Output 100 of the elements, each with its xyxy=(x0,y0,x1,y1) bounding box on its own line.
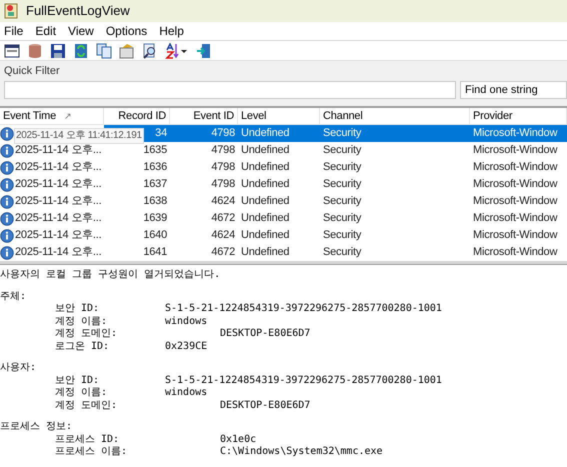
field-value: S-1-5-21-1224854319-3972296275-2857700280-1001 xyxy=(165,374,442,387)
table-cell-text: Security xyxy=(323,194,362,209)
section-heading: 사용자: xyxy=(0,362,38,374)
table-cell-text: 1635 xyxy=(143,143,167,158)
tooltip: 2025-11-14 오후 11:41:12.191 xyxy=(14,128,144,144)
app-icon xyxy=(4,3,18,19)
menu-item[interactable]: Options xyxy=(106,22,148,40)
info-icon xyxy=(0,160,14,174)
table-cell-text: Security xyxy=(323,211,362,226)
table-cell-text: 4672 xyxy=(211,245,235,260)
table-cell-text: Microsoft-Window xyxy=(473,160,558,175)
sort-icon[interactable] xyxy=(165,42,189,58)
field-label: 계정 이름: xyxy=(55,387,108,400)
sort-arrow-icon: ↗ xyxy=(64,108,72,124)
table-cell-text: Microsoft-Window xyxy=(473,245,558,260)
menu-item[interactable]: Help xyxy=(159,22,184,40)
info-icon xyxy=(0,126,14,140)
column-header[interactable]: Event Time ↗ xyxy=(0,108,104,124)
info-icon xyxy=(0,246,14,260)
field-value: C:\Windows\System32\mmc.exe xyxy=(220,446,383,458)
table-cell-text: 4798 xyxy=(211,160,235,175)
field-label: 프로세스 이름: xyxy=(55,446,128,458)
table-cell-text: Undefined xyxy=(241,126,290,141)
field-label: 보안 ID: xyxy=(55,303,100,316)
field-label: 보안 ID: xyxy=(55,374,100,387)
table-cell-text: 2025-11-14 오후... xyxy=(15,245,102,260)
event-summary: 사용자의 로컬 그룹 구성원이 열거되었습니다. xyxy=(0,269,222,282)
menu-item[interactable]: Edit xyxy=(35,22,56,40)
database-icon[interactable] xyxy=(27,42,43,58)
table-cell-text: 2025-11-14 오후... xyxy=(15,211,102,226)
column-header[interactable]: Channel xyxy=(320,108,470,124)
refresh-icon[interactable] xyxy=(73,42,89,58)
field-value: windows xyxy=(165,316,208,328)
section-heading: 주체: xyxy=(0,290,28,303)
section-heading: 프로세스 정보: xyxy=(0,421,74,434)
table-row[interactable]: 2025-11-14 오후... 1640 4624 Undefined Security Microsoft-Window xyxy=(0,227,567,244)
table-cell-text: Undefined xyxy=(241,194,290,209)
table-cell-text: 2025-11-14 오후... xyxy=(15,228,102,243)
table-cell-text: Security xyxy=(323,126,362,141)
table-cell-text: 2025-11-14 오후... xyxy=(15,177,102,192)
field-value: DESKTOP-E80E6D7 xyxy=(220,328,310,340)
table-cell-text: 1637 xyxy=(143,177,167,192)
field-value: S-1-5-21-1224854319-3972296275-2857700280-1001 xyxy=(165,303,442,316)
search-icon[interactable] xyxy=(142,42,158,58)
properties-icon[interactable] xyxy=(119,42,135,58)
table-cell-text: Microsoft-Window xyxy=(473,177,558,192)
table-cell-text: Security xyxy=(323,160,362,175)
table-cell-text: 2025-11-14 오후... xyxy=(15,143,102,158)
filter-mode-dropdown[interactable]: Find one string xyxy=(460,81,567,99)
table-cell-text: Undefined xyxy=(241,160,290,175)
table-cell-text: 1636 xyxy=(143,160,167,175)
table-cell-text: 1641 xyxy=(143,245,167,260)
menu-item[interactable]: View xyxy=(68,22,94,40)
table-cell-text: Security xyxy=(323,245,362,260)
window-icon[interactable] xyxy=(4,42,20,58)
table-row[interactable]: 2025-11-14 오후... 1641 4672 Undefined Security Microsoft-Window xyxy=(0,244,567,261)
table-cell-text: Undefined xyxy=(241,211,290,226)
filter-field[interactable] xyxy=(4,81,456,99)
table-cell-text: 4672 xyxy=(211,211,235,226)
table-cell-text: Security xyxy=(323,143,362,158)
field-label: 로그온 ID: xyxy=(55,340,110,353)
table-cell-text: Undefined xyxy=(241,245,290,260)
table-cell-text: Undefined xyxy=(241,228,290,243)
table-cell-text: Microsoft-Window xyxy=(473,143,558,158)
field-value: DESKTOP-E80E6D7 xyxy=(220,400,310,412)
column-header[interactable]: Record ID xyxy=(104,108,170,124)
table-cell-text: 4798 xyxy=(211,126,235,141)
copy-icon[interactable] xyxy=(96,42,112,58)
table-row[interactable]: 2025-11-14 오후... 1636 4798 Undefined Security Microsoft-Window xyxy=(0,159,567,176)
save-icon[interactable] xyxy=(50,42,66,58)
table-cell-text: Undefined xyxy=(241,143,290,158)
table-cell-text: 4624 xyxy=(211,228,235,243)
quick-filter-label: Quick Filter xyxy=(4,65,61,77)
table-cell-text: 34 xyxy=(155,126,167,141)
table-row[interactable]: 2025-11-14 오후... 1637 4798 Undefined Security Microsoft-Window xyxy=(0,176,567,193)
table-cell-text: Microsoft-Window xyxy=(473,194,558,209)
column-header[interactable]: Provider xyxy=(470,108,567,124)
table-cell-text: 2025-11-14 오후... xyxy=(15,160,102,175)
table-cell-text: Security xyxy=(323,177,362,192)
table-row[interactable]: 2025-11-14 오후... 1639 4672 Undefined Security Microsoft-Window xyxy=(0,210,567,227)
field-value: 0x239CE xyxy=(165,340,208,353)
table-cell-text: Microsoft-Window xyxy=(473,228,558,243)
table-cell-text: 1638 xyxy=(143,194,167,209)
column-header[interactable]: Event ID xyxy=(170,108,238,124)
menu-item[interactable]: File xyxy=(4,22,24,40)
table-cell-text: 2025-11-14 오후... xyxy=(15,194,102,209)
table-row[interactable]: 2025-11-14 오후... 1638 4624 Undefined Security Microsoft-Window xyxy=(0,193,567,210)
field-label: 계정 도메인: xyxy=(55,400,118,412)
table-cell-text: Microsoft-Window xyxy=(473,126,558,141)
field-label: 계정 이름: xyxy=(55,316,108,328)
table-cell-text: Undefined xyxy=(241,177,290,192)
field-label: 프로세스 ID: xyxy=(55,434,120,446)
window-title: FullEventLogView xyxy=(26,2,130,20)
exit-icon[interactable] xyxy=(196,42,212,58)
column-header[interactable]: Level xyxy=(238,108,320,124)
field-value: 0x1e0c xyxy=(220,434,256,446)
field-label: 계정 도메인: xyxy=(55,328,118,340)
table-cell-text: 1640 xyxy=(143,228,167,243)
table-cell-text: Security xyxy=(323,228,362,243)
info-icon xyxy=(0,228,14,242)
